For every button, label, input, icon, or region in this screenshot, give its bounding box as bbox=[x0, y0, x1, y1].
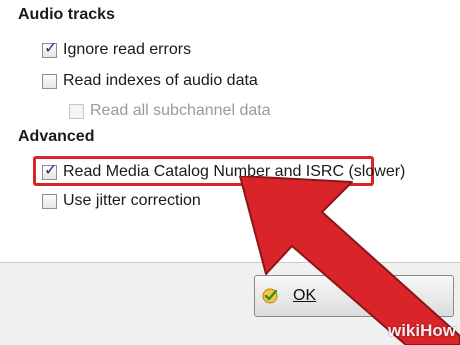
ignore-read-errors-checkbox[interactable]: ✓ Ignore read errors bbox=[42, 39, 192, 59]
checkmark-icon: ✓ bbox=[44, 39, 58, 57]
read-subchannel-checkbox[interactable]: Read all subchannel data bbox=[69, 102, 271, 120]
ok-check-icon bbox=[262, 288, 278, 304]
panel-divider bbox=[0, 262, 460, 263]
advanced-header: Advanced bbox=[18, 128, 95, 145]
checkbox-label: Read Media Catalog Number and ISRC (slow… bbox=[63, 163, 406, 180]
read-mcn-isrc-checkbox[interactable]: ✓ Read Media Catalog Number and ISRC (sl… bbox=[42, 161, 406, 181]
checkbox-label: Read all subchannel data bbox=[90, 102, 271, 119]
audio-tracks-header: Audio tracks bbox=[18, 6, 115, 23]
checkmark-icon: ✓ bbox=[44, 161, 58, 179]
checkbox-box[interactable]: ✓ bbox=[42, 39, 58, 58]
watermark-text: wikiHow bbox=[387, 321, 456, 340]
ok-button-label: OK bbox=[293, 287, 317, 304]
jitter-correction-checkbox[interactable]: Use jitter correction bbox=[42, 192, 201, 210]
checkbox-label: Read indexes of audio data bbox=[63, 72, 258, 89]
checkbox-box[interactable] bbox=[69, 103, 84, 119]
ok-button[interactable]: OK bbox=[254, 275, 454, 317]
checkbox-label: Use jitter correction bbox=[63, 192, 201, 209]
read-indexes-checkbox[interactable]: Read indexes of audio data bbox=[42, 72, 258, 90]
checkbox-box[interactable] bbox=[42, 193, 57, 209]
checkbox-label: Ignore read errors bbox=[63, 41, 192, 58]
checkbox-box[interactable] bbox=[42, 73, 57, 89]
wikihow-watermark: wikiHow bbox=[388, 321, 456, 341]
checkbox-box[interactable]: ✓ bbox=[42, 161, 58, 180]
